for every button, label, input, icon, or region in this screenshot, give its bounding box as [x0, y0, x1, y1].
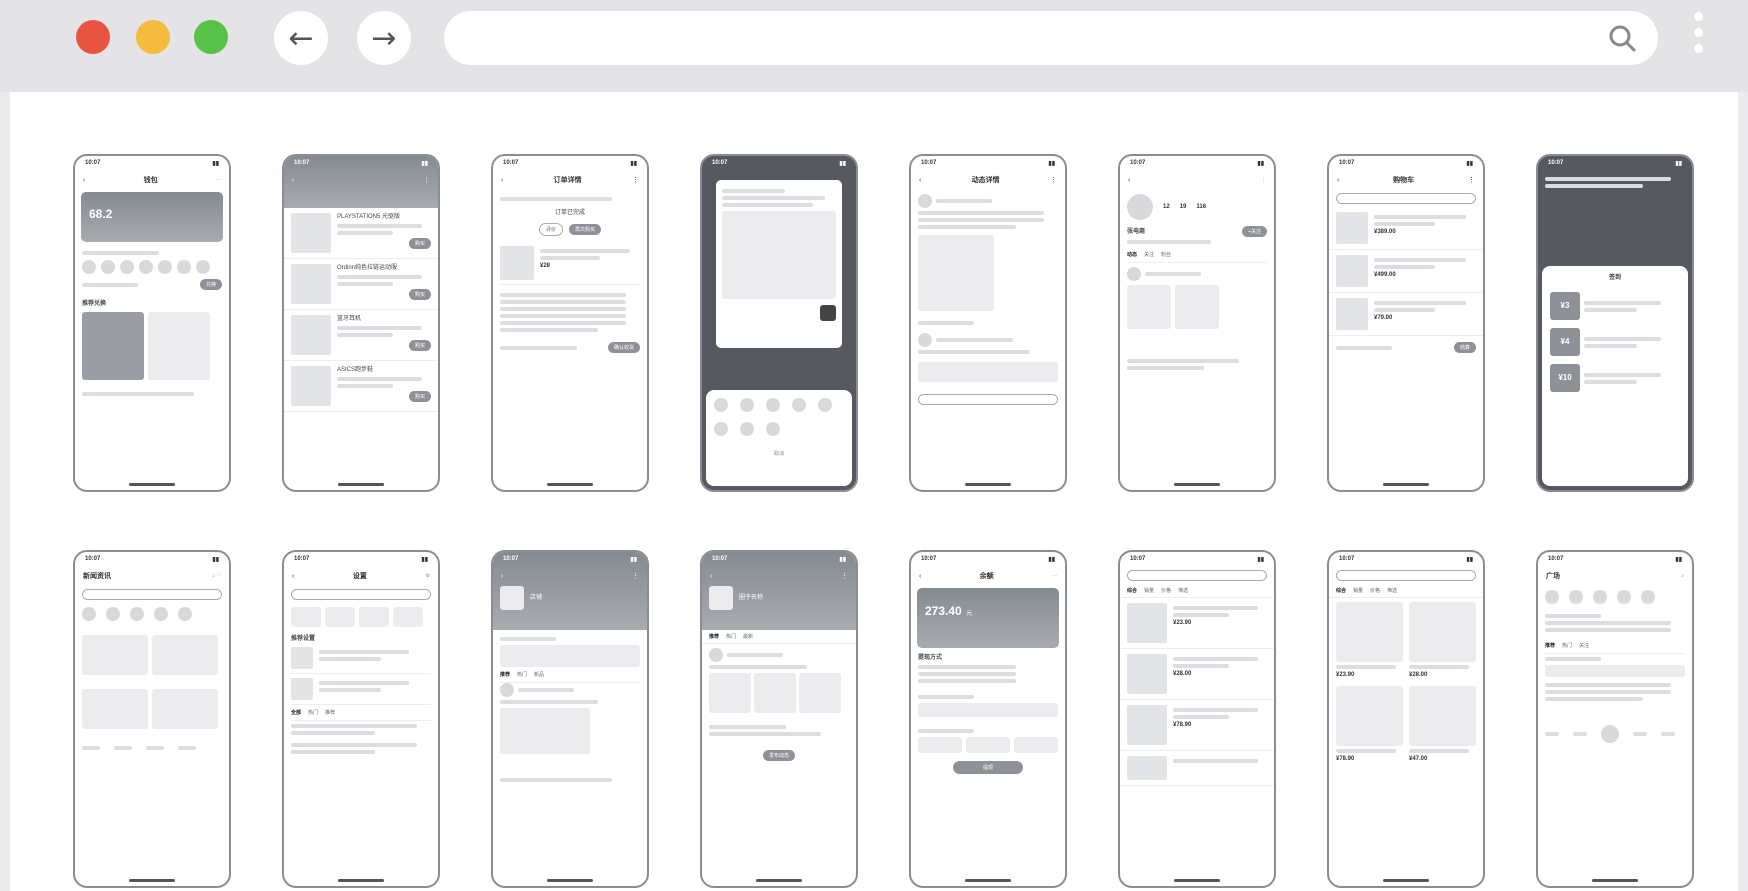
back-button[interactable]: ←: [274, 11, 328, 65]
screen-search-grid[interactable]: 10:07 ▮▮ 综合 销量 价格 筛选 ¥23.90 ¥28.00 ¥78.90 ¥47.…: [1327, 550, 1485, 888]
wireframe-canvas: 10:07 ▮▮ ‹ 钱包 ··· 68.2 兑换 推荐兑换 10:07 ▮▮ ‹ ⋮ P…: [10, 92, 1738, 891]
search-icon[interactable]: [1608, 24, 1636, 52]
maximize-window-button[interactable]: [194, 20, 228, 54]
screen-wallet[interactable]: 10:07 ▮▮ ‹ 钱包 ··· 68.2 兑换 推荐兑换: [73, 154, 231, 492]
balance-amount: 68.2: [89, 207, 113, 221]
screen-news[interactable]: 10:07 ▮▮ 新闻资讯 ⌂ ♡: [73, 550, 231, 888]
screen-cart[interactable]: 10:07 ▮▮ ‹ 购物车 ⋮ ¥389.00 ¥499.00 ¥79.00 结算: [1327, 154, 1485, 492]
screen-user-profile[interactable]: 10:07 ▮▮ ‹ ⋮ 12 19 116 张电商 +关注 动态 关注 粉丝: [1118, 154, 1276, 492]
screen-plaza[interactable]: 10:07 ▮▮ 广场 ⌕ 推荐 热门 关注: [1536, 550, 1694, 888]
screen-settings[interactable]: 10:07 ▮▮ ‹ 设置 ⚙ 推荐设置 全部 热门 推荐: [282, 550, 440, 888]
screen-order-detail[interactable]: 10:07 ▮▮ ‹ 订单详情 ⋮ 订单已完成 评价 再次购买 ¥28 确认收货: [491, 154, 649, 492]
minimize-window-button[interactable]: [136, 20, 170, 54]
arrow-right-icon: →: [371, 20, 397, 56]
screen-product-list[interactable]: 10:07 ▮▮ ‹ ⋮ PLAYSTATION5 光驱版 购买 Ordinn纯色拉链…: [282, 154, 440, 492]
arrow-left-icon: ←: [288, 20, 314, 56]
browser-chrome: ← →: [0, 0, 1748, 92]
screen-search-list[interactable]: 10:07 ▮▮ 综合 销量 价格 筛选 ¥23.90 ¥28.00 ¥78.90: [1118, 550, 1276, 888]
address-bar[interactable]: [444, 11, 1658, 65]
screen-share-sheet[interactable]: 10:07 ▮▮ 取消: [700, 154, 858, 492]
more-menu-icon[interactable]: [1691, 12, 1705, 68]
forward-button[interactable]: →: [357, 11, 411, 65]
screen-shop[interactable]: 10:07 ▮▮ ‹ ⋮ 店铺 推荐 热门 新品: [491, 550, 649, 888]
screen-post-detail[interactable]: 10:07 ▮▮ ‹ 动态详情 ⋮: [909, 154, 1067, 492]
screen-balance[interactable]: 10:07 ▮▮ ‹ 余额 ··· 273.40 元 提现方式 提现: [909, 550, 1067, 888]
screen-circle[interactable]: 10:07 ▮▮ ‹ ⋮ 圈子名称 推荐 热门 最新 发布动态: [700, 550, 858, 888]
balance-value: 273.40: [925, 604, 962, 618]
close-window-button[interactable]: [76, 20, 110, 54]
screen-checkin-popup[interactable]: 10:07 ▮▮ 签到 ¥3 ¥4 ¥10: [1536, 154, 1694, 492]
